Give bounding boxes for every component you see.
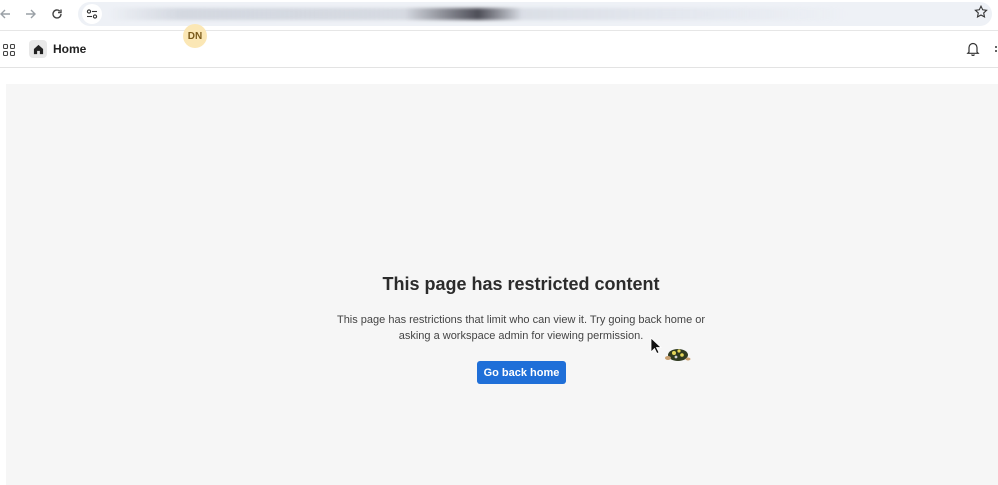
page-title[interactable]: Home <box>53 42 86 56</box>
more-icon <box>995 46 997 52</box>
arrow-right-icon <box>26 9 36 19</box>
avatar[interactable]: DN <box>183 24 207 48</box>
apps-button[interactable] <box>2 43 16 57</box>
url-text-redacted <box>108 8 848 20</box>
app-header: Home DN <box>0 24 998 68</box>
grid-icon <box>2 43 16 57</box>
home-button[interactable] <box>29 40 47 58</box>
notifications-button[interactable] <box>966 41 982 57</box>
more-menu-button[interactable] <box>994 43 998 55</box>
arrow-left-icon <box>0 9 10 19</box>
reload-button[interactable] <box>48 5 66 23</box>
browser-toolbar <box>0 0 998 28</box>
turtle-sticker-icon <box>664 346 692 362</box>
site-info-button[interactable] <box>82 4 102 24</box>
bell-icon <box>966 42 980 57</box>
tune-icon <box>86 9 98 19</box>
home-icon <box>33 44 43 54</box>
reload-icon <box>52 9 62 19</box>
back-button[interactable] <box>0 5 14 23</box>
address-bar[interactable] <box>78 2 992 26</box>
star-icon <box>974 5 988 18</box>
go-back-home-button[interactable]: Go back home <box>477 361 566 384</box>
restricted-content-panel: This page has restricted content This pa… <box>6 84 998 485</box>
mouse-cursor-icon <box>650 337 663 355</box>
forward-button[interactable] <box>22 5 40 23</box>
restricted-title: This page has restricted content <box>382 274 660 294</box>
bookmark-button[interactable] <box>972 3 990 21</box>
